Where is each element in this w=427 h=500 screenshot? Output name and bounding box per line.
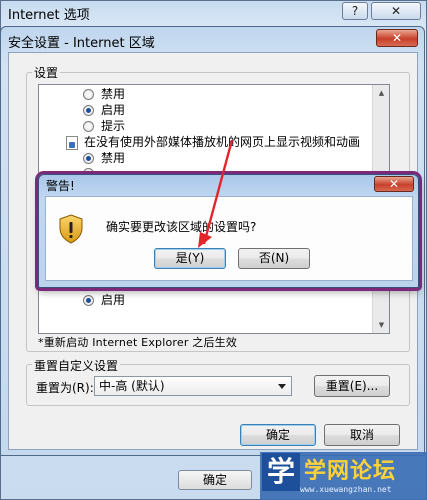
chevron-down-icon	[278, 384, 286, 389]
settings-group-label: 设置	[32, 64, 61, 81]
warning-title: 警告!	[46, 179, 75, 193]
radio-disable-video[interactable]	[83, 153, 94, 164]
scroll-up-icon[interactable]: ▲	[373, 85, 390, 101]
warning-shield-icon	[59, 214, 83, 244]
ok-button[interactable]: 确定	[240, 424, 316, 446]
radio-disable[interactable]	[83, 89, 94, 100]
reset-level-select[interactable]: 中-高 (默认)	[94, 376, 292, 396]
watermark-site-name: 学网论坛	[304, 459, 397, 484]
warning-close-button[interactable]: ✕	[374, 176, 414, 192]
reset-level-value: 中-高 (默认)	[99, 379, 165, 393]
close-icon: ✕	[390, 4, 402, 18]
scroll-down-icon[interactable]: ▼	[373, 317, 390, 333]
reset-button[interactable]: 重置(E)...	[314, 375, 390, 397]
radio-prompt[interactable]	[83, 121, 94, 132]
option-label: 启用	[101, 293, 126, 307]
restart-note: *重新启动 Internet Explorer 之后生效	[38, 336, 238, 349]
close-icon: ✕	[388, 177, 400, 191]
reset-to-label: 重置为(R):	[36, 381, 94, 395]
annotation-arrow-icon	[198, 139, 234, 248]
watermark-url: www.xuewangzhan.net	[300, 485, 392, 494]
reset-group-label: 重置自定义设置	[32, 357, 121, 374]
option-label: 启用	[101, 103, 126, 117]
radio-enable[interactable]	[83, 105, 94, 116]
option-label: 禁用	[101, 87, 126, 101]
help-button[interactable]: ?	[342, 2, 368, 20]
outer-ok-button[interactable]: 确定	[178, 470, 252, 490]
radio-enable-lower[interactable]	[83, 295, 94, 306]
security-settings-title: 安全设置 - Internet 区域	[8, 36, 155, 51]
internet-options-title: Internet 选项	[8, 8, 90, 23]
option-label: 禁用	[101, 151, 126, 165]
outer-close-button[interactable]: ✕	[371, 2, 421, 20]
option-label: 提示	[101, 119, 126, 133]
cancel-button[interactable]: 取消	[324, 424, 400, 446]
watermark-logo: 学	[262, 453, 300, 491]
setting-icon	[66, 136, 78, 150]
close-icon: ✕	[391, 31, 403, 45]
security-close-button[interactable]: ✕	[376, 29, 418, 47]
